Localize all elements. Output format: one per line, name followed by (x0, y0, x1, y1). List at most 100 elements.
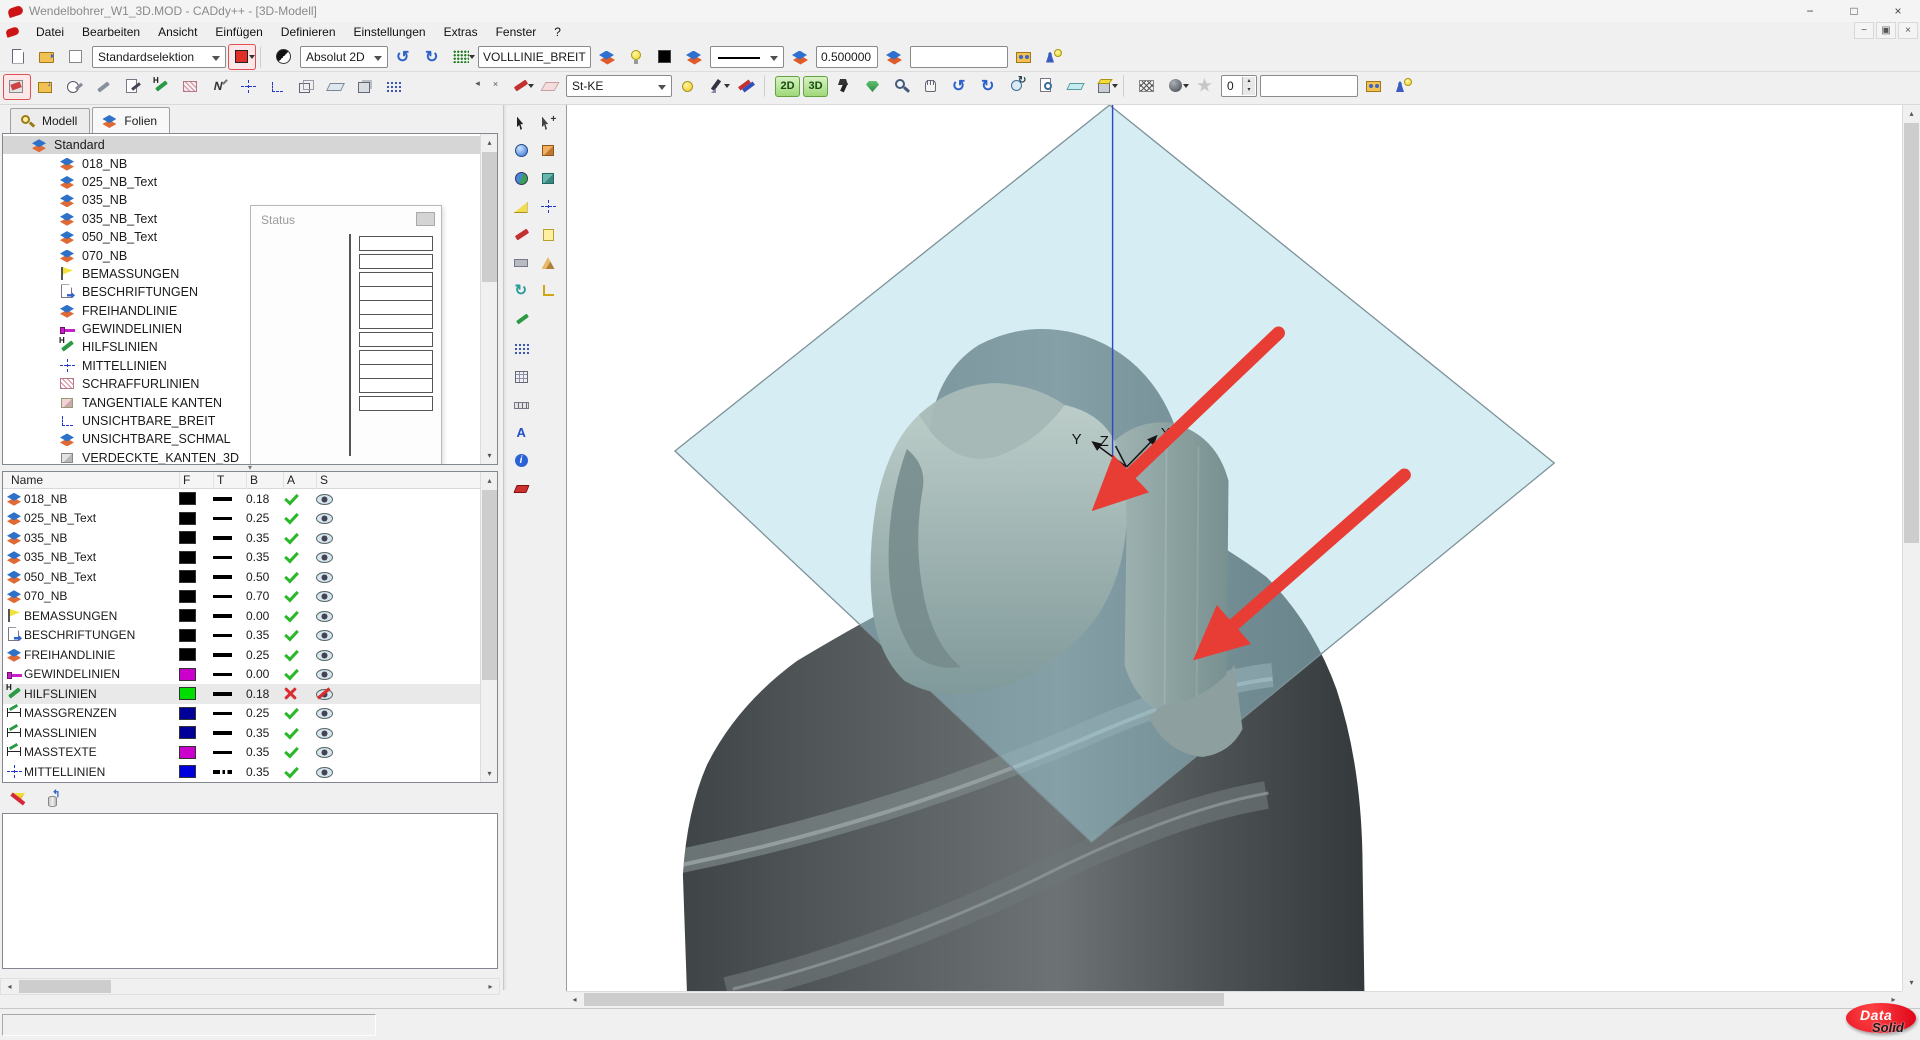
coordinate-mode-combo[interactable]: Absolut 2D (300, 46, 388, 68)
table-row[interactable]: BEMASSUNGEN 0.00 (3, 606, 497, 626)
active-mark[interactable] (283, 492, 299, 506)
maximize-button[interactable]: □ (1832, 0, 1876, 22)
table-row[interactable]: 018_NB 0.18 (3, 489, 497, 509)
active-mark[interactable] (283, 570, 299, 584)
active-mark[interactable] (283, 550, 299, 564)
scroll-thumb[interactable] (482, 490, 497, 680)
panel-close-icon[interactable]: × (488, 76, 503, 91)
scroll-left-icon[interactable]: ◂ (1, 979, 18, 994)
centerline-icon[interactable] (236, 75, 262, 99)
info-icon[interactable] (509, 449, 534, 474)
visibility-mark[interactable] (316, 706, 332, 720)
hard-pencil-icon[interactable] (149, 75, 175, 99)
column-f[interactable]: F (179, 472, 213, 489)
linetype-preview[interactable] (213, 634, 232, 638)
highlight-icon[interactable] (623, 45, 649, 69)
history-edit-icon[interactable] (62, 75, 88, 99)
pan-icon[interactable] (918, 74, 944, 98)
linetype-preview[interactable] (213, 536, 232, 540)
table-row[interactable]: 035_NB_Text 0.35 (3, 548, 497, 568)
linetype-preview[interactable] (213, 517, 232, 521)
visibility-mark[interactable] (316, 628, 332, 642)
workplane-icon[interactable] (537, 74, 563, 98)
scroll-up-icon[interactable]: ▴ (481, 472, 498, 489)
mdi-close-button[interactable]: × (1898, 22, 1918, 39)
ucs-icon[interactable] (536, 195, 561, 220)
linetype-preview[interactable] (213, 692, 232, 696)
view-3d-button[interactable]: 3D (803, 76, 828, 97)
line-color-swatch[interactable] (652, 45, 678, 69)
new-folder-icon[interactable] (33, 75, 59, 99)
view-2d-button[interactable]: 2D (775, 76, 800, 97)
mesh-display-icon[interactable] (1134, 74, 1160, 98)
linetype-preview[interactable] (213, 712, 232, 716)
color-swatch[interactable] (179, 512, 196, 525)
material-icon[interactable] (1163, 74, 1189, 98)
table-row[interactable]: 035_NB 0.35 (3, 528, 497, 548)
visibility-mark[interactable] (316, 726, 332, 740)
redo-icon[interactable] (420, 45, 446, 69)
linetype-preview[interactable] (213, 673, 232, 677)
rotate-view-icon[interactable] (509, 279, 534, 304)
apply-linetype-icon[interactable] (594, 45, 620, 69)
visibility-mark[interactable] (316, 687, 332, 701)
assistant-3d-icon[interactable] (1390, 74, 1416, 98)
table-row[interactable]: MASSGRENZEN 0.25 (3, 704, 497, 724)
hidden-line-icon[interactable] (265, 75, 291, 99)
table-row[interactable]: FREIHANDLINIE 0.25 (3, 645, 497, 665)
scroll-thumb[interactable] (1904, 123, 1919, 543)
solid-view-icon[interactable] (536, 167, 561, 192)
freehand-icon[interactable] (509, 309, 534, 334)
library-3d-icon[interactable] (1361, 74, 1387, 98)
current-color-swatch[interactable] (229, 45, 255, 69)
table-row[interactable]: GEWINDELINIEN 0.00 (3, 665, 497, 685)
tab-folien[interactable]: Folien (92, 107, 170, 133)
pyramid-icon[interactable] (536, 251, 561, 276)
orbit-zoom-icon[interactable] (1005, 74, 1031, 98)
point-grid-icon[interactable] (509, 337, 534, 362)
color-swatch[interactable] (179, 590, 196, 603)
color-swatch[interactable] (179, 687, 196, 700)
table-row[interactable]: 050_NB_Text 0.50 (3, 567, 497, 587)
raster-icon[interactable] (381, 75, 407, 99)
delete-layer-icon[interactable] (4, 75, 30, 99)
table-row[interactable]: 025_NB_Text 0.25 (3, 509, 497, 529)
visibility-mark[interactable] (316, 492, 332, 506)
visibility-mark[interactable] (316, 570, 332, 584)
apply-color-icon[interactable] (681, 45, 707, 69)
zoom-extents-icon[interactable] (1034, 74, 1060, 98)
color-swatch[interactable] (179, 746, 196, 759)
visibility-mark[interactable] (316, 667, 332, 681)
linetype-preview[interactable] (213, 556, 232, 560)
extra-field[interactable] (910, 46, 1008, 68)
visibility-mark[interactable] (316, 511, 332, 525)
color-swatch[interactable] (179, 531, 196, 544)
minimize-button[interactable]: − (1788, 0, 1832, 22)
visibility-mark[interactable] (316, 550, 332, 564)
active-mark[interactable] (283, 609, 299, 623)
clear-messages-icon[interactable] (6, 788, 32, 812)
tree-item[interactable]: 018_NB (3, 154, 497, 172)
active-mark[interactable] (283, 531, 299, 545)
line-width-field[interactable]: 0.500000 (816, 46, 878, 68)
primitive-icon[interactable] (509, 251, 534, 276)
scroll-down-icon[interactable]: ▾ (1903, 974, 1920, 991)
edit-sheet-icon[interactable] (120, 75, 146, 99)
restore-deleted-icon[interactable] (40, 788, 66, 812)
scroll-thumb[interactable] (482, 152, 497, 282)
scroll-thumb[interactable] (19, 980, 111, 993)
scroll-up-icon[interactable]: ▴ (1903, 105, 1920, 122)
tree-scrollbar[interactable]: ▴ ▾ (480, 134, 497, 464)
assistant-icon[interactable] (1040, 45, 1066, 69)
menu-item[interactable]: Einfügen (206, 23, 271, 41)
linetype-preview[interactable] (213, 751, 232, 755)
edit-icon[interactable] (91, 75, 117, 99)
close-button[interactable]: × (1876, 0, 1920, 22)
snap-corner-icon[interactable] (536, 279, 561, 304)
draw-edge-icon[interactable] (508, 74, 534, 98)
model-viewport[interactable]: Y Z X (566, 105, 1902, 991)
apply-style-icon[interactable] (787, 45, 813, 69)
linetype-preview[interactable] (213, 575, 232, 579)
tab-modell[interactable]: Modell (10, 108, 90, 133)
linetype-field[interactable]: VOLLLINIE_BREIT (478, 46, 591, 68)
